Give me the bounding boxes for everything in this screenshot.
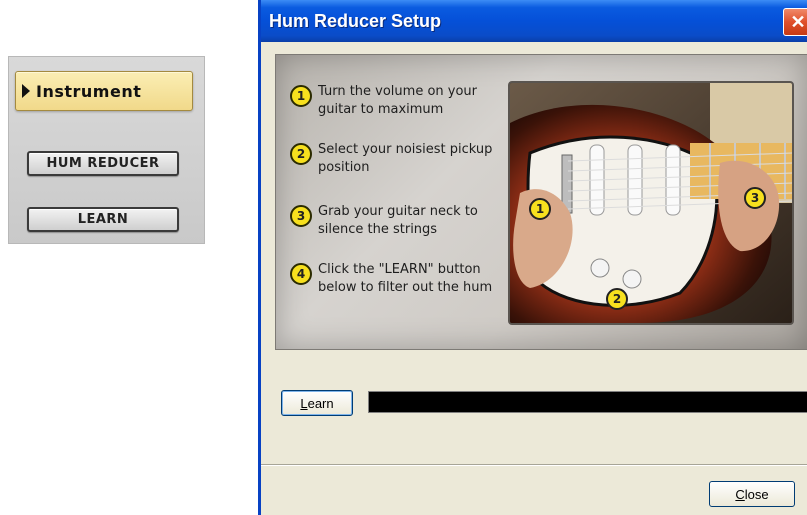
dialog-title: Hum Reducer Setup — [269, 10, 442, 31]
learn-button[interactable]: Learn — [281, 390, 353, 416]
instrument-tab[interactable]: Instrument — [15, 71, 193, 111]
play-triangle-icon — [22, 84, 30, 98]
instrument-tab-label: Instrument — [36, 81, 142, 101]
photo-marker-3: 3 — [751, 191, 759, 205]
step-text: Grab your guitar neck to silence the str… — [318, 204, 478, 237]
learn-label-rest: earn — [307, 395, 334, 411]
photo-marker-1: 1 — [536, 202, 544, 216]
guitar-photo: 1 2 3 — [508, 81, 794, 325]
hum-reducer-button[interactable]: HUM REDUCER — [27, 151, 179, 176]
step-text: Select your noisiest pickup position — [318, 142, 493, 175]
step-3: 3 Grab your guitar neck to silence the s… — [290, 203, 500, 239]
separator — [261, 464, 807, 466]
photo-marker-2: 2 — [613, 292, 621, 306]
instructions-panel: 1 Turn the volume on your guitar to maxi… — [275, 54, 807, 350]
close-label-rest: lose — [744, 486, 769, 502]
step-number-badge: 3 — [290, 205, 312, 227]
panel-learn-button[interactable]: LEARN — [27, 207, 179, 232]
close-accel: C — [735, 486, 745, 502]
step-text: Turn the volume on your guitar to maximu… — [318, 84, 478, 117]
step-2: 2 Select your noisiest pickup position — [290, 141, 500, 177]
step-number-badge: 2 — [290, 143, 312, 165]
hum-reducer-setup-dialog: Hum Reducer Setup ✕ 1 Turn the volume on… — [258, 0, 807, 515]
step-number-badge: 4 — [290, 263, 312, 285]
title-bar[interactable]: Hum Reducer Setup ✕ — [261, 0, 807, 42]
step-1: 1 Turn the volume on your guitar to maxi… — [290, 83, 500, 119]
plugin-panel: Instrument HUM REDUCER LEARN — [8, 56, 205, 244]
guitar-illustration: 1 2 3 — [510, 83, 792, 323]
close-button[interactable]: Close — [709, 481, 795, 507]
step-text: Click the "LEARN" button below to filter… — [318, 262, 493, 295]
step-number-badge: 1 — [290, 85, 312, 107]
close-icon[interactable]: ✕ — [783, 8, 807, 36]
learn-progress-bar — [368, 391, 807, 413]
learn-accel: L — [300, 395, 308, 411]
step-4: 4 Click the "LEARN" button below to filt… — [290, 261, 500, 297]
